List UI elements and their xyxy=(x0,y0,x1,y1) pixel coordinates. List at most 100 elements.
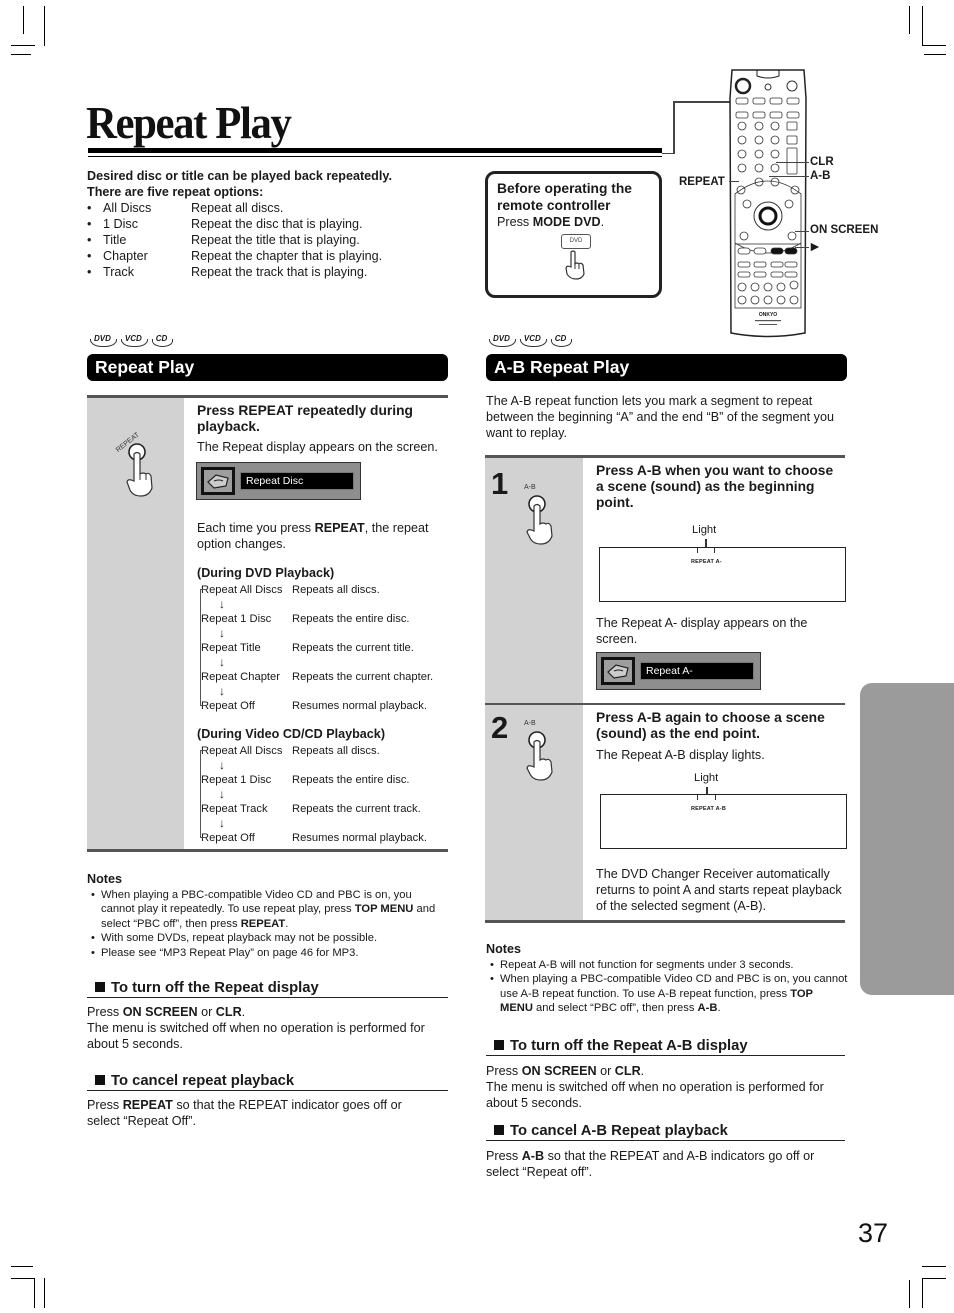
sequence-item: Repeat All Discs Repeats all discs. xyxy=(197,744,427,759)
sequence-item-name: Repeat All Discs xyxy=(201,583,283,596)
option-description: Repeat the chapter that is playing. xyxy=(191,249,383,263)
turn-off-detail: The menu is switched off when no operati… xyxy=(87,1021,425,1051)
note-bold-key: REPEAT xyxy=(240,917,286,930)
or-text: or xyxy=(197,1005,216,1019)
sequence-item: Repeat Off Resumes normal playback. xyxy=(197,699,433,714)
osd-repeat-disc: Repeat Disc xyxy=(196,462,361,500)
note-item: • Please see “MP3 Repeat Play” on page 46… xyxy=(87,946,447,961)
crop-mark xyxy=(11,1278,35,1279)
square-bullet-icon xyxy=(494,1125,504,1135)
down-arrow-icon: ↓ xyxy=(219,626,225,640)
sequence-item-name: Repeat 1 Disc xyxy=(201,612,272,625)
sequence-item-desc: Resumes normal playback. xyxy=(292,699,427,712)
sequence-item-name: Repeat Title xyxy=(201,641,261,654)
crop-mark xyxy=(11,1266,33,1267)
disc-type-badges: DVD VCD CD xyxy=(489,334,572,348)
dvd-mode-button[interactable]: DVD xyxy=(561,234,591,249)
pointing-hand-icon xyxy=(563,250,587,280)
sequence-item-name: Repeat Chapter xyxy=(201,670,280,683)
crop-mark xyxy=(34,1278,35,1308)
sequence-item: Repeat Title Repeats the current title. xyxy=(197,641,433,656)
display-indicator: REPEAT A-B xyxy=(691,806,726,812)
note-text-part: and select “PBC off”, then press xyxy=(532,1002,698,1014)
repeat-option-item: • Track Repeat the track that is playing. xyxy=(87,264,392,280)
note-text-part: . xyxy=(717,1002,721,1014)
ab-cancel-heading-text: To cancel A-B Repeat playback xyxy=(510,1123,728,1139)
crop-mark xyxy=(44,6,45,46)
turn-off-text: Press ON SCREEN or CLR. The menu is swit… xyxy=(87,1004,448,1052)
leader-line xyxy=(729,181,739,182)
before-press: Press xyxy=(497,215,533,229)
notes-heading: Notes xyxy=(87,872,122,886)
sequence-item: Repeat 1 Disc Repeats the entire disc. xyxy=(197,773,427,788)
disc-icon xyxy=(201,467,235,495)
press-text: Press xyxy=(87,1005,123,1019)
bullet: • xyxy=(91,932,95,944)
front-display-window: REPEAT A- xyxy=(599,547,846,602)
before-period: . xyxy=(600,215,605,229)
sequence-item-name: Repeat Off xyxy=(201,699,255,712)
down-arrow-icon: ↓ xyxy=(219,655,225,669)
ab-button-label: A-B xyxy=(524,484,536,491)
loop-line xyxy=(200,750,206,838)
before-instruction: Press MODE DVD. xyxy=(497,215,650,229)
repeat-options-list: • All Discs Repeat all discs. • 1 Disc Repeat… xyxy=(87,200,392,280)
remote-label-repeat: REPEAT xyxy=(679,176,725,188)
option-name: Title xyxy=(103,233,127,247)
ab-step-panel: 1 A-B Press A-B when you want to choose … xyxy=(485,455,847,923)
sequence-heading: (During DVD Playback) xyxy=(197,566,335,580)
ab-cancel-text: Press A-B so that the REPEAT and A-B ind… xyxy=(486,1148,836,1180)
cd-repeat-sequence: (During Video CD/CD Playback) Repeat All … xyxy=(197,727,427,845)
crop-mark xyxy=(922,6,923,46)
crop-mark xyxy=(922,45,946,46)
leader-line xyxy=(673,101,675,154)
crop-mark xyxy=(922,1278,923,1308)
sequence-item-desc: Repeats the entire disc. xyxy=(292,612,410,625)
title-rule xyxy=(88,156,662,157)
each-time-text: Each time you press REPEAT, the repeat o… xyxy=(197,520,442,552)
badge-dvd: DVD xyxy=(489,334,516,348)
repeat-option-item: • Chapter Repeat the chapter that is playi… xyxy=(87,248,392,264)
press-text: Press xyxy=(486,1149,522,1163)
ab-notes: Notes • Repeat A-B will not function for … xyxy=(486,942,848,1016)
note-bold-key: A-B xyxy=(697,1002,718,1014)
repeat-step-content: Press REPEAT repeatedly during playback.… xyxy=(197,403,447,455)
leader-line xyxy=(795,231,809,232)
front-display-window: REPEAT A-B xyxy=(600,794,847,849)
badge-dvd: DVD xyxy=(90,334,117,348)
down-arrow-icon: ↓ xyxy=(219,684,225,698)
leader-line xyxy=(673,101,737,103)
note-text-part: With some DVDs, repeat playback may not … xyxy=(101,932,378,944)
ab-cancel-heading: To cancel A-B Repeat playback xyxy=(486,1123,845,1141)
bullet: • xyxy=(490,958,494,971)
period: . xyxy=(241,1005,246,1019)
intro-lead: There are five repeat options: xyxy=(87,185,264,199)
sequence-item: Repeat All Discs Repeats all discs. xyxy=(197,583,433,598)
step-heading: Press REPEAT repeatedly during playback. xyxy=(197,403,413,434)
step1-heading: Press A-B when you want to choose a scen… xyxy=(596,463,834,510)
press-text: Press xyxy=(486,1064,522,1078)
square-bullet-icon xyxy=(494,1040,504,1050)
remote-label-on-screen: ON SCREEN xyxy=(810,224,879,236)
repeat-option-item: • All Discs Repeat all discs. xyxy=(87,200,392,216)
repeat-notes: Notes • When playing a PBC-compatible Vid… xyxy=(87,872,447,960)
loop-line xyxy=(200,589,206,706)
light-label: Light xyxy=(692,524,717,536)
crop-mark xyxy=(23,6,24,34)
ab-turn-off-heading: To turn off the Repeat A-B display xyxy=(486,1038,845,1056)
down-arrow-icon: ↓ xyxy=(219,758,225,772)
cancel-heading: To cancel repeat playback xyxy=(87,1073,448,1091)
note-item: • When playing a PBC-compatible Video CD … xyxy=(486,972,848,1016)
page-number: 37 xyxy=(858,1218,889,1248)
option-name: Chapter xyxy=(103,249,148,263)
clr-key: CLR xyxy=(614,1064,641,1078)
before-heading: Before operating the xyxy=(497,181,632,196)
crop-mark xyxy=(11,45,35,46)
sequence-item-desc: Repeats the current title. xyxy=(292,641,414,654)
sequence-item-desc: Repeats the current track. xyxy=(292,802,421,815)
on-screen-key: ON SCREEN xyxy=(521,1064,597,1078)
crop-mark xyxy=(909,6,910,34)
sequence-item-desc: Repeats the current chapter. xyxy=(292,670,434,683)
option-description: Repeat the title that is playing. xyxy=(191,233,360,247)
square-bullet-icon xyxy=(95,1075,105,1085)
